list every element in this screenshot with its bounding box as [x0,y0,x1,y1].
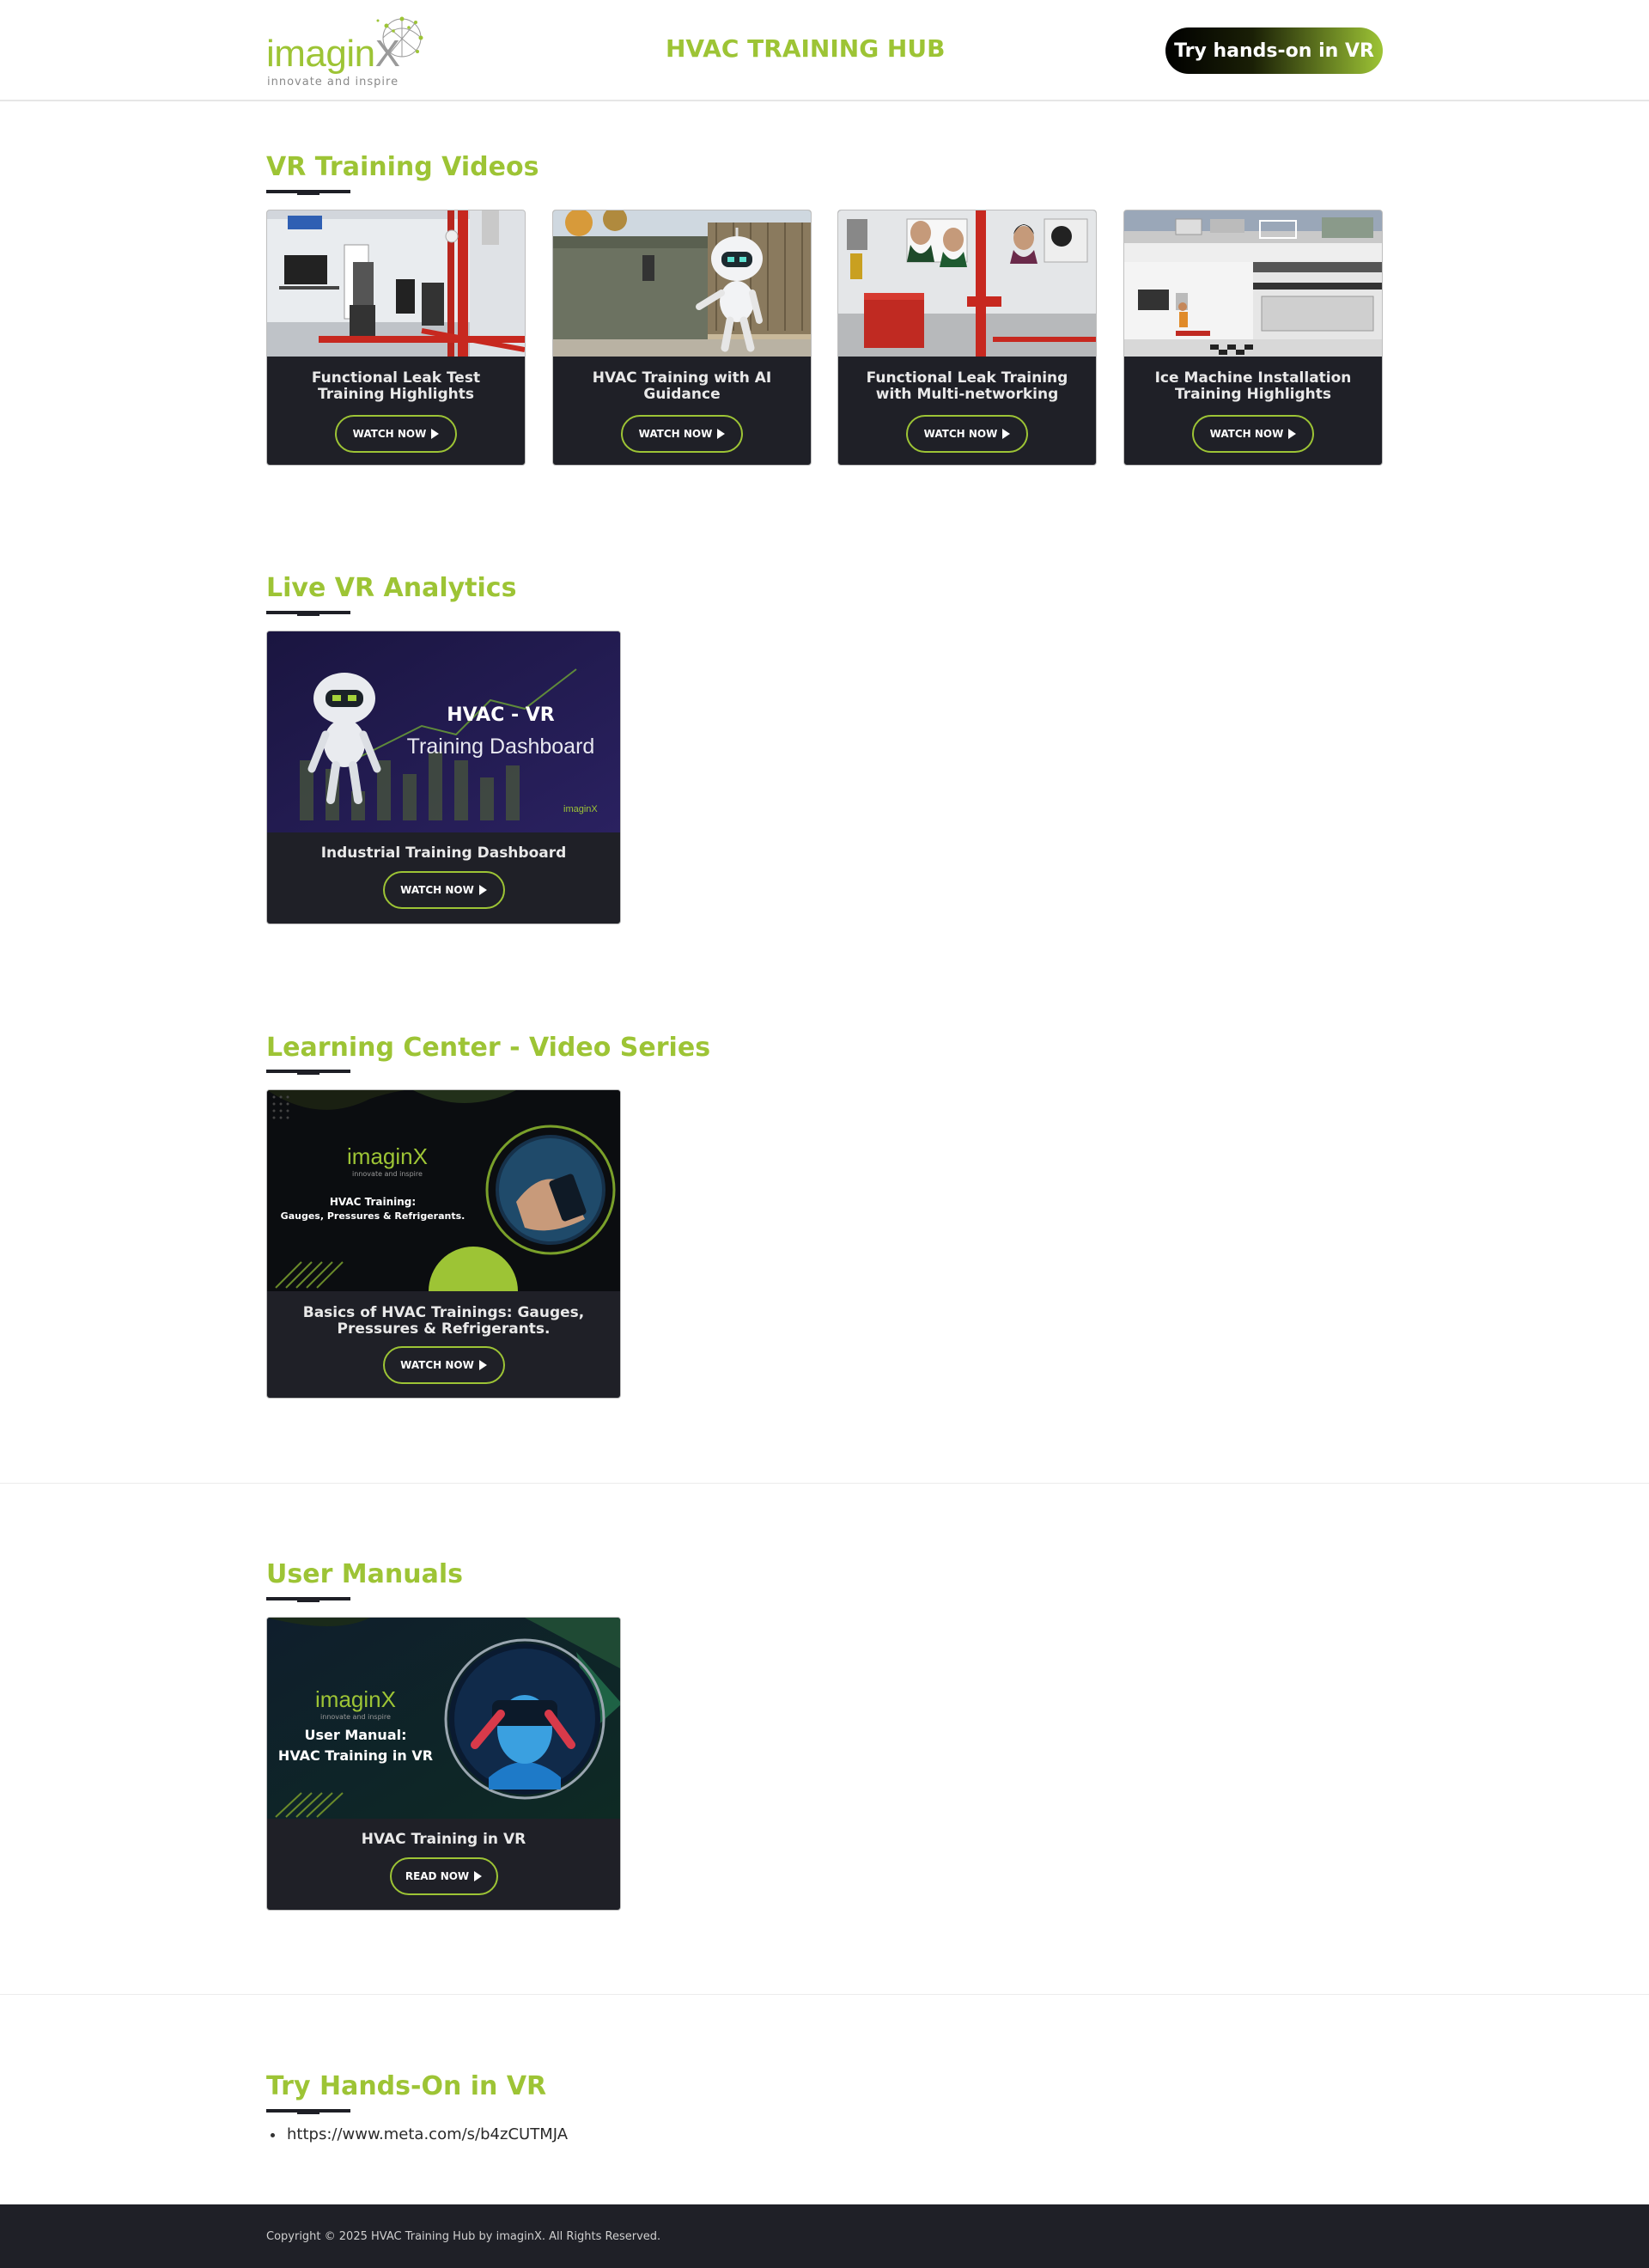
section-title-user-manuals: User Manuals [266,1559,463,1589]
training-room-image [267,210,525,357]
video-card-ice-machine[interactable]: Ice Machine Installation Training Highli… [1123,210,1383,466]
section-underline [266,1070,350,1075]
thumb-line-1: User Manual: [304,1727,406,1743]
section-underline [266,611,350,616]
thumb-heading: HVAC - VR [447,704,555,726]
learning-card-title: Basics of HVAC Trainings: Gauges, Pressu… [302,1304,585,1338]
thumb-tagline: innovate and inspire [352,1170,423,1178]
manual-thumbnail[interactable]: imaginX innovate and inspire User Manual… [267,1618,620,1819]
play-icon [474,1871,483,1881]
logo-tagline: innovate and inspire [267,76,399,88]
play-icon [431,429,440,439]
learning-card[interactable]: imaginX innovate and inspire HVAC Traini… [266,1089,621,1399]
analytics-card-title: Industrial Training Dashboard [320,844,567,862]
manual-card[interactable]: imaginX innovate and inspire User Manual… [266,1617,621,1911]
gauges-thumbnail-image: imaginX innovate and inspire HVAC Traini… [267,1090,620,1291]
section-divider [0,1483,1649,1484]
thumb-logo: imaginX [315,1686,396,1712]
watch-now-button[interactable]: WATCH NOW [335,415,457,453]
site-header: imaginX innovate and inspire HVAC TRAINI… [0,0,1649,101]
play-icon [1002,429,1011,439]
video-thumbnail[interactable]: HVAC - VR Training Dashboard imaginX [267,631,620,832]
kitchen-image [1124,210,1382,357]
section-underline [266,190,350,195]
section-underline [266,1597,350,1602]
section-title-hands-on: Try Hands-On in VR [266,2071,547,2101]
watch-now-button[interactable]: WATCH NOW [382,871,505,909]
site-title: HVAC TRAINING HUB [666,34,946,63]
thumb-subheading: Training Dashboard [407,735,595,759]
hands-on-link[interactable]: https://www.meta.com/s/b4zCUTMJA [271,2125,568,2143]
multiplayer-room-image [838,210,1096,357]
video-card-title: Ice Machine Installation Training Highli… [1154,369,1352,403]
video-thumbnail[interactable]: imaginX innovate and inspire HVAC Traini… [267,1090,620,1291]
thumb-line-2: Gauges, Pressures & Refrigerants. [281,1210,465,1222]
imaginx-logo[interactable]: imaginX innovate and inspire [266,14,429,91]
video-card-title: Functional Leak Test Training Highlights [311,369,481,403]
vr-headset-thumbnail-image: imaginX innovate and inspire User Manual… [267,1618,620,1819]
try-vr-button[interactable]: Try hands-on in VR [1165,27,1383,74]
section-title-learning-center: Learning Center - Video Series [266,1033,711,1063]
section-underline [266,2109,350,2114]
video-thumbnail[interactable] [553,210,811,357]
read-now-button[interactable]: READ NOW [389,1857,498,1895]
video-card-title: Functional Leak Training with Multi-netw… [866,369,1068,403]
watch-now-button[interactable]: WATCH NOW [906,415,1028,453]
watch-now-button[interactable]: WATCH NOW [382,1346,505,1384]
section-title-analytics: Live VR Analytics [266,573,517,603]
thumb-logo: imaginX [563,804,598,814]
video-thumbnail[interactable] [838,210,1096,357]
site-footer: Copyright © 2025 HVAC Training Hub by im… [0,2204,1649,2268]
copyright-text: Copyright © 2025 HVAC Training Hub by im… [266,2230,661,2243]
video-card-multi-networking[interactable]: Functional Leak Training with Multi-netw… [837,210,1097,466]
logo-wordmark: imaginX [266,33,400,75]
video-thumbnail[interactable] [267,210,525,357]
section-title-vr-videos: VR Training Videos [266,152,539,182]
robot-outdoor-image [553,210,811,357]
thumb-tagline: innovate and inspire [320,1713,391,1721]
video-card-ai-guidance[interactable]: HVAC Training with AI Guidance WATCH NOW [552,210,812,466]
play-icon [478,885,487,895]
hands-on-link-list: https://www.meta.com/s/b4zCUTMJA [271,2125,568,2143]
play-icon [717,429,726,439]
thumb-line-1: HVAC Training: [330,1196,416,1208]
thumb-line-2: HVAC Training in VR [278,1747,433,1764]
section-divider [0,1994,1649,1995]
manual-card-title: HVAC Training in VR [361,1831,526,1848]
thumb-logo: imaginX [347,1143,428,1169]
analytics-card[interactable]: HVAC - VR Training Dashboard imaginX Ind… [266,631,621,924]
video-card-title: HVAC Training with AI Guidance [592,369,772,403]
watch-now-button[interactable]: WATCH NOW [621,415,743,453]
play-icon [1288,429,1297,439]
dashboard-thumbnail-image: HVAC - VR Training Dashboard imaginX [267,631,620,832]
video-card-leak-test[interactable]: Functional Leak Test Training Highlights… [266,210,526,466]
video-thumbnail[interactable] [1124,210,1382,357]
play-icon [478,1360,487,1370]
watch-now-button[interactable]: WATCH NOW [1192,415,1314,453]
